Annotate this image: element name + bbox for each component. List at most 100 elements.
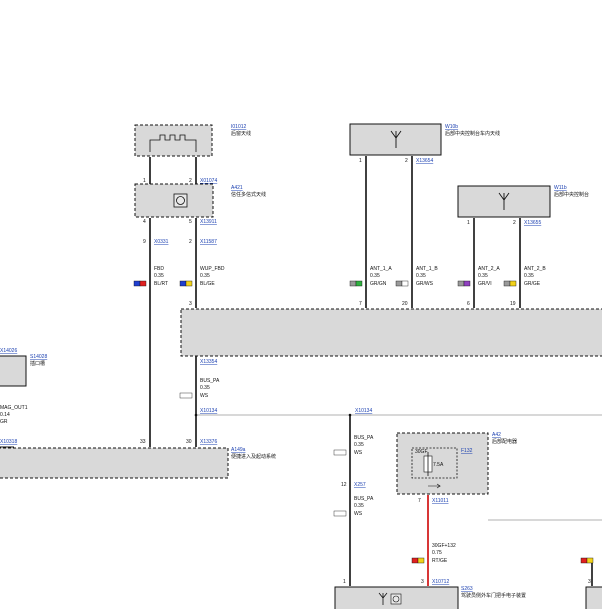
connector-ref[interactable]: X10712 [432, 579, 449, 585]
wire-label-ant-2-a: ANT_2_A 0.35 GR/VI [457, 266, 500, 287]
wire-color-swatch [185, 280, 193, 287]
svg-text:BUS_PA: BUS_PA [354, 496, 374, 502]
fusebox-a42[interactable]: A42 后部配电器 30GF 7.5A F132 [396, 432, 517, 495]
wire-label-ant-2-b: ANT_2_B 0.35 GR/GE [503, 266, 546, 287]
svg-text:0.75: 0.75 [432, 550, 442, 556]
svg-text:WUP_FBD: WUP_FBD [200, 266, 225, 272]
main-module-block[interactable] [180, 308, 602, 357]
wire-label-bus-pa: BUS_PA 0.35 WS [333, 435, 374, 456]
amplifier-a421[interactable]: A421 信任多信式天线 [134, 183, 266, 218]
connector-ref[interactable]: X13655 [524, 220, 541, 226]
svg-text:GR/GE: GR/GE [524, 281, 541, 287]
pin-number: 30 [186, 439, 192, 445]
svg-text:ANT_1_B: ANT_1_B [416, 266, 438, 272]
pin-number: 7 [359, 301, 362, 307]
ecu-desc: 便捷进入及起动系统 [231, 453, 276, 460]
pin-number: 6 [467, 301, 470, 307]
right-edge-module[interactable] [585, 586, 602, 609]
wire-label-bus-pa: BUS_PA 0.35 WS [333, 496, 374, 517]
socket-s14028[interactable]: S14028 插口槽 [0, 354, 47, 387]
antenna-w11b-desc: 后部中央控制台 [554, 191, 589, 198]
antenna-w11b-ref[interactable]: W11b [554, 185, 567, 191]
connector-ref[interactable]: X13354 [200, 359, 217, 365]
wire-color-swatch [333, 449, 347, 456]
rear-window-antenna-desc: 后窗天线 [231, 130, 251, 137]
door-handle-ref[interactable]: S263 [461, 586, 473, 592]
connector-ref[interactable]: X10134 [200, 408, 217, 414]
connector-ref[interactable]: X13654 [416, 158, 433, 164]
pin-number: 1 [467, 220, 470, 226]
fuse-ref[interactable]: F132 [461, 448, 473, 454]
pin-number: 33 [140, 439, 146, 445]
svg-text:30GF+132: 30GF+132 [432, 543, 456, 549]
wire-color-swatch [457, 280, 465, 287]
wire-label-ant-1-a: ANT_1_A 0.35 GR/GN [349, 266, 392, 287]
svg-text:BUS_PA: BUS_PA [354, 435, 374, 441]
rear-window-antenna[interactable]: I01012 后窗天线 [134, 124, 251, 157]
wire-color-swatch [463, 280, 471, 287]
socket-ref[interactable]: S14028 [30, 354, 47, 360]
wire-color-swatch [411, 557, 419, 564]
svg-text:ANT_2_B: ANT_2_B [524, 266, 546, 272]
wire-label-wup-fbd: WUP_FBD 0.35 BL/GE [179, 266, 225, 287]
amplifier-desc: 信任多信式天线 [231, 191, 266, 198]
connector-ref[interactable]: X11011 [432, 498, 449, 504]
svg-text:WS: WS [200, 393, 209, 399]
svg-text:BUS_PA: BUS_PA [200, 378, 220, 384]
ecu-ref[interactable]: A149a [231, 447, 246, 453]
connector-ref[interactable]: X13376 [200, 439, 217, 445]
svg-text:0.35: 0.35 [354, 442, 364, 448]
antenna-w10b-desc: 后部中央控制台车内天线 [445, 130, 500, 137]
wire-label-ant-1-b: ANT_1_B 0.35 GR/WS [395, 266, 438, 287]
svg-text:BL/RT: BL/RT [154, 281, 168, 287]
wire-color-swatch [349, 280, 357, 287]
connector-refs: X01074 X13911 X0331 X11587 X13654 X13655… [0, 158, 541, 585]
wiring-diagram: I01012 后窗天线 A421 信任多信式天线 W10b 后部中央控制台车内天… [0, 123, 602, 609]
connector-ref[interactable]: X11587 [200, 239, 217, 245]
connector-ref[interactable]: X257 [354, 482, 366, 488]
wire-label-mag-out1: MAG_OUT1 0.14 GR [0, 405, 28, 425]
wire-label-bus-pa: BUS_PA 0.35 WS [179, 378, 220, 399]
antenna-w10b[interactable]: W10b 后部中央控制台车内天线 [349, 123, 500, 156]
svg-text:FBD: FBD [154, 266, 164, 272]
wire-color-swatch [503, 280, 511, 287]
ecu-a149a[interactable]: A149a 便捷进入及起动系统 [0, 447, 276, 479]
pin-number: 2 [189, 239, 192, 245]
connector-ref[interactable]: X14026 [0, 348, 17, 354]
connector-ref[interactable]: X01074 [200, 178, 217, 184]
pin-number: 19 [510, 301, 516, 307]
pin-number: 4 [143, 219, 146, 225]
rear-window-antenna-ref[interactable]: I01012 [231, 124, 247, 130]
svg-text:0.14: 0.14 [0, 412, 10, 418]
fusebox-ref[interactable]: A42 [492, 432, 501, 438]
connector-ref[interactable]: X0331 [154, 239, 169, 245]
antenna-w11b[interactable]: W11b 后部中央控制台 [457, 185, 589, 218]
pin-number: 3 [421, 579, 424, 585]
pin-number: 1 [359, 158, 362, 164]
pin-number: 1 [343, 579, 346, 585]
svg-text:0.35: 0.35 [200, 273, 210, 279]
wire-color-swatch [395, 280, 403, 287]
svg-text:0.35: 0.35 [154, 273, 164, 279]
svg-text:RT/GE: RT/GE [432, 558, 448, 564]
wire-color-swatch [509, 280, 517, 287]
wire-color-swatch [133, 280, 141, 287]
pin-number: 2 [189, 178, 192, 184]
svg-text:MAG_OUT1: MAG_OUT1 [0, 405, 28, 411]
wire-color-swatch [417, 557, 425, 564]
svg-text:WS: WS [354, 511, 363, 517]
wires [0, 156, 602, 586]
door-handle-s263[interactable]: S263 驾驶员侧外车门把手电子装置 [334, 586, 526, 609]
svg-text:0.35: 0.35 [478, 273, 488, 279]
door-handle-desc: 驾驶员侧外车门把手电子装置 [461, 592, 526, 599]
pin-number: 9 [143, 239, 146, 245]
svg-text:GR: GR [0, 419, 8, 425]
connector-ref[interactable]: X10134 [355, 408, 372, 414]
svg-text:BL/GE: BL/GE [200, 281, 215, 287]
wire-color-swatch [401, 280, 409, 287]
amplifier-ref[interactable]: A421 [231, 185, 243, 191]
antenna-w10b-ref[interactable]: W10b [445, 124, 458, 130]
connector-ref[interactable]: X10318 [0, 439, 17, 445]
pin-number: 3 [588, 579, 591, 585]
connector-ref[interactable]: X13911 [200, 219, 217, 225]
